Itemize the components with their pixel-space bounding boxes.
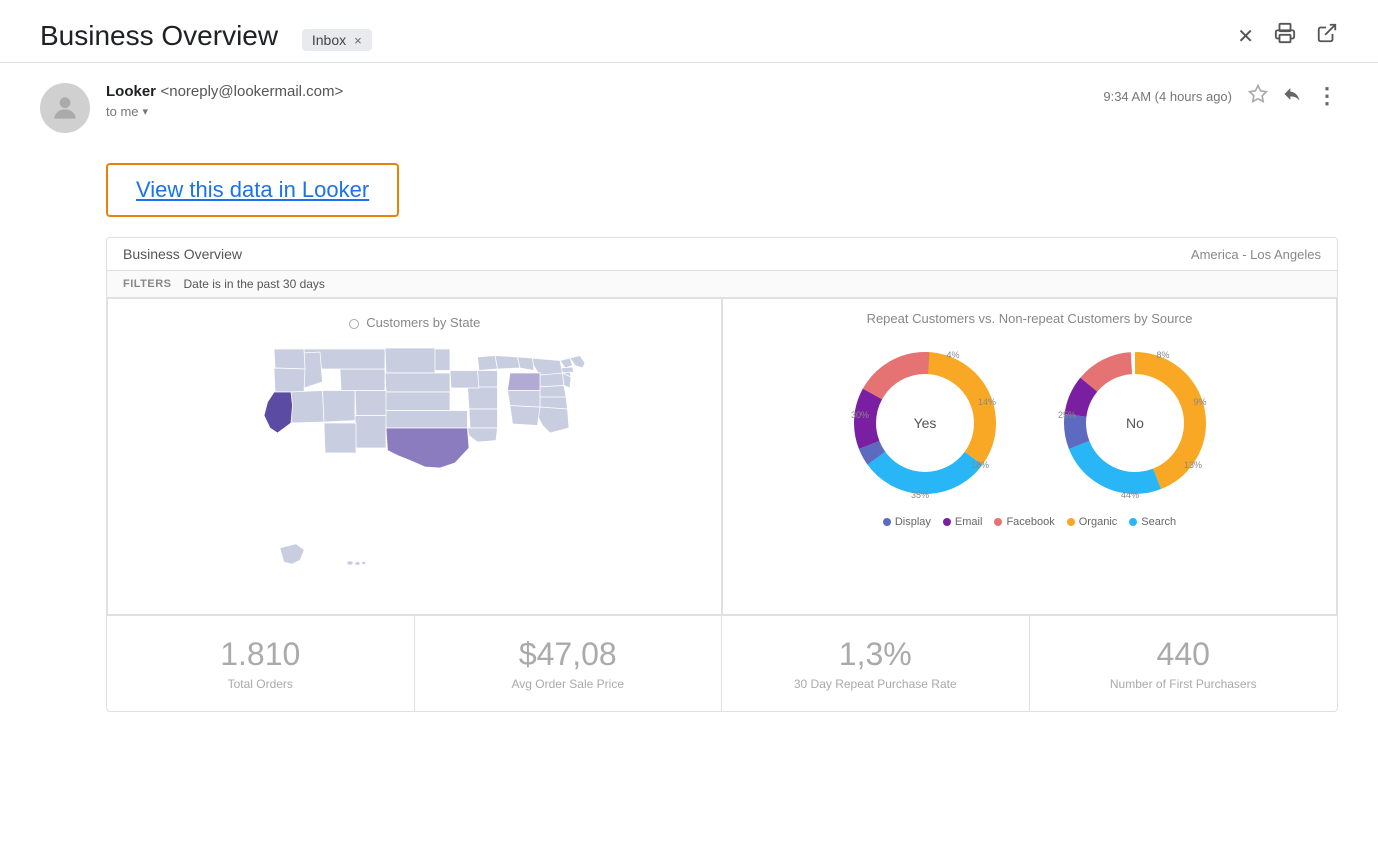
sender-name: Looker [106,83,156,100]
title-text: Business Overview [40,20,278,51]
dashboard-embed: Business Overview America - Los Angeles … [106,237,1338,712]
us-map [165,328,665,608]
stat-label: Number of First Purchasers [1050,677,1318,691]
svg-text:Yes: Yes [913,415,936,431]
star-icon[interactable] [1248,84,1268,109]
legend-item: Facebook [994,516,1054,528]
svg-text:13%: 13% [1183,460,1201,470]
reply-icon[interactable] [1282,84,1302,109]
dashboard-grid: Customers by State [107,298,1337,615]
dash-header: Business Overview America - Los Angeles [107,238,1337,271]
donut-legend: Display Email Facebook Organic Search [739,516,1320,528]
stat-cell: 1.810 Total Orders [107,616,415,711]
svg-text:14%: 14% [977,397,995,407]
inbox-label: Inbox [312,32,346,48]
dashboard-timezone: America - Los Angeles [1191,247,1321,262]
stat-value: 440 [1050,636,1318,673]
state-texas [386,428,469,468]
map-container [124,338,705,598]
view-link-container: View this data in Looker [106,163,1338,217]
legend-item: Email [943,516,983,528]
map-panel: Customers by State [107,298,722,615]
stats-row: 1.810 Total Orders $47,08 Avg Order Sale… [107,615,1337,711]
view-in-looker-link[interactable]: View this data in Looker [106,163,399,217]
dashboard-title: Business Overview [123,246,242,262]
svg-text:9%: 9% [1193,397,1206,407]
stat-label: Avg Order Sale Price [435,677,702,691]
stat-value: $47,08 [435,636,702,673]
svg-text:4%: 4% [946,350,959,360]
no-donut-wrap: No 8% 9% 13% 44% 25% [1050,338,1220,508]
svg-text:25%: 25% [1057,410,1075,420]
filters-label: FILTERS [123,278,172,290]
time-area: 9:34 AM (4 hours ago) ⋮ [1103,83,1338,109]
sender-to: to me ▾ [106,104,1087,119]
svg-text:18%: 18% [970,460,988,470]
filter-value: Date is in the past 30 days [184,277,325,291]
inbox-badge[interactable]: Inbox × [302,29,372,51]
email-body: View this data in Looker Business Overvi… [0,143,1378,732]
svg-text:8%: 8% [1156,350,1169,360]
svg-text:30%: 30% [850,410,868,420]
external-link-icon[interactable] [1316,22,1338,50]
inbox-close-icon[interactable]: × [354,33,362,48]
yes-donut: Yes 4% 14% 18% 35% 30% [840,338,1010,508]
no-donut: No 8% 9% 13% 44% 25% [1050,338,1220,508]
print-icon[interactable] [1274,22,1296,50]
collapse-icon[interactable]: ✕ [1237,24,1254,49]
stat-cell: 440 Number of First Purchasers [1030,616,1338,711]
stat-cell: 1,3% 30 Day Repeat Purchase Rate [722,616,1030,711]
dash-filters: FILTERS Date is in the past 30 days [107,271,1337,298]
dropdown-arrow-icon[interactable]: ▾ [143,105,149,118]
to-label: to me [106,104,139,119]
action-icons: ⋮ [1248,83,1338,109]
donut-charts-row: Yes 4% 14% 18% 35% 30% [739,338,1320,508]
state-california [264,392,293,433]
stat-cell: $47,08 Avg Order Sale Price [415,616,723,711]
legend-item: Organic [1067,516,1118,528]
more-icon[interactable]: ⋮ [1316,83,1338,109]
svg-text:44%: 44% [1120,490,1138,500]
svg-text:No: No [1126,415,1144,431]
header-icons: ✕ [1237,22,1338,50]
legend-item: Display [883,516,931,528]
legend-item: Search [1129,516,1176,528]
sender-email: <noreply@lookermail.com> [160,83,343,100]
avatar [40,83,90,133]
stat-label: 30 Day Repeat Purchase Rate [742,677,1009,691]
email-time: 9:34 AM (4 hours ago) [1103,89,1232,104]
sender-info: Looker <noreply@lookermail.com> to me ▾ [106,83,1087,119]
stat-value: 1,3% [742,636,1009,673]
sender-row: Looker <noreply@lookermail.com> to me ▾ … [0,63,1378,143]
donut-panel: Repeat Customers vs. Non-repeat Customer… [722,298,1337,615]
stat-label: Total Orders [127,677,394,691]
svg-text:35%: 35% [910,490,928,500]
yes-donut-wrap: Yes 4% 14% 18% 35% 30% [840,338,1010,508]
email-title: Business Overview Inbox × [40,20,1237,52]
donut-panel-title: Repeat Customers vs. Non-repeat Customer… [739,311,1320,326]
stat-value: 1.810 [127,636,394,673]
email-header: Business Overview Inbox × ✕ [0,0,1378,63]
